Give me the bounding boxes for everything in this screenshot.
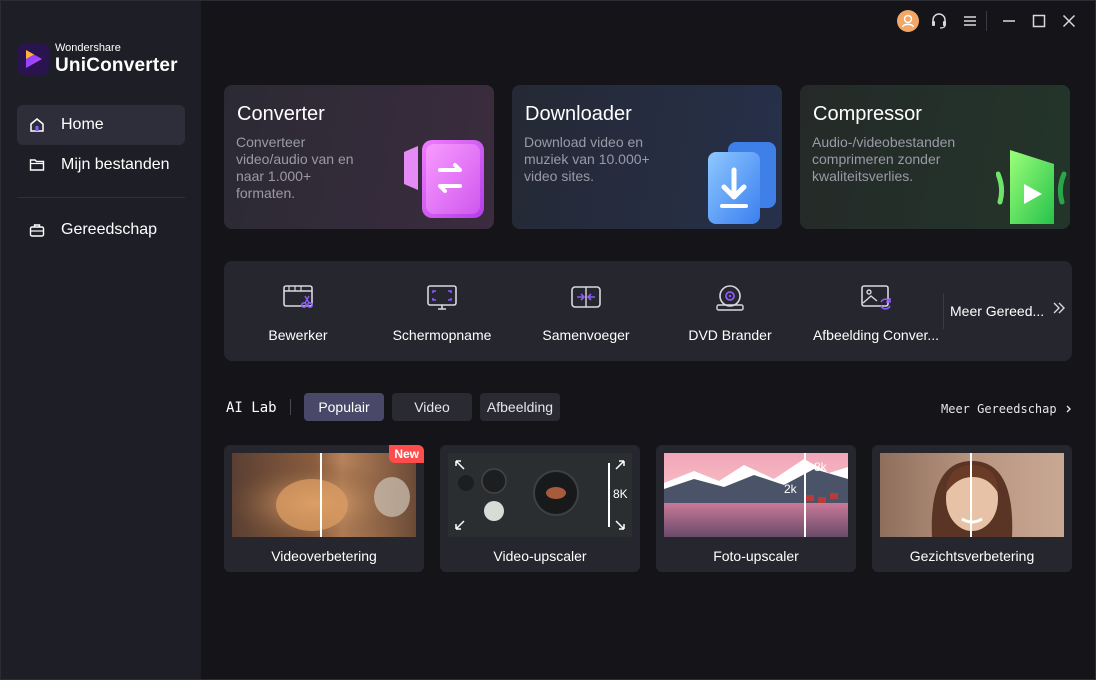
ai-lab-label: AI Lab: [226, 400, 277, 416]
merger-icon: [571, 286, 601, 308]
converter-title: Converter: [237, 103, 325, 125]
toolbox-icon: [29, 222, 45, 238]
brand-company: Wondershare: [55, 42, 121, 54]
resolution-label-8k: 8K: [613, 487, 628, 501]
sidebar-item-files[interactable]: Mijn bestanden: [17, 145, 185, 185]
sidebar-item-label: Home: [61, 116, 104, 133]
ai-card-label: Videoverbetering: [271, 548, 377, 564]
sidebar-item-tools[interactable]: Gereedschap: [17, 210, 185, 250]
compressor-description: Audio-/videobestanden comprimeren zonder…: [812, 134, 956, 184]
uniconverter-logo-icon: [17, 43, 49, 75]
tool-label: Bewerker: [268, 327, 328, 343]
tool-label: Samenvoeger: [542, 327, 630, 343]
ai-card-label: Gezichtsverbetering: [909, 548, 1035, 564]
new-badge: New: [389, 445, 424, 463]
ai-card-label: Foto-upscaler: [713, 548, 799, 564]
sidebar-item-label: Mijn bestanden: [61, 156, 170, 173]
compressor-title: Compressor: [813, 103, 922, 125]
brand-product: UniConverter: [55, 55, 178, 76]
chevron-right-icon: [1066, 405, 1071, 413]
minimize-icon[interactable]: [997, 9, 1021, 33]
video-enhancement-thumbnail: [232, 453, 416, 537]
more-tools-button[interactable]: Meer Gereed...: [950, 301, 1066, 320]
brand: Wondershare UniConverter: [17, 43, 178, 75]
tab-afbeelding[interactable]: Afbeelding: [480, 393, 560, 421]
tool-editor[interactable]: Bewerker: [242, 261, 354, 361]
compressor-card[interactable]: Compressor Audio-/videobestanden comprim…: [800, 85, 1070, 229]
image-convert-icon: [861, 285, 891, 310]
ai-card-photo-upscaler[interactable]: 8k 2k Foto-upscaler: [656, 445, 856, 572]
close-icon[interactable]: [1057, 9, 1081, 33]
sidebar-divider: [17, 197, 185, 198]
tab-video[interactable]: Video: [392, 393, 472, 421]
tool-label: Schermopname: [392, 327, 492, 343]
ai-lab-divider: [290, 399, 291, 415]
tools-bar: Bewerker Schermopname Samenvoeger DVD Br…: [224, 261, 1072, 361]
tool-label: DVD Brander: [688, 327, 772, 343]
tab-populair[interactable]: Populair: [304, 393, 384, 421]
editor-icon: [283, 285, 313, 308]
ai-card-label: Video-upscaler: [493, 548, 587, 564]
avatar: [897, 10, 919, 32]
headset-icon[interactable]: [927, 9, 951, 33]
app-window: Wondershare UniConverter Home Mijn besta…: [0, 0, 1096, 680]
more-tools-link-label: Meer Gereedschap: [941, 402, 1057, 416]
double-chevron-right-icon: [1052, 301, 1066, 320]
downloader-title: Downloader: [525, 103, 632, 125]
user-avatar-icon[interactable]: [896, 9, 920, 33]
folder-icon: [29, 157, 45, 173]
tool-image-converter[interactable]: Afbeelding Conver...: [808, 261, 944, 361]
menu-icon[interactable]: [958, 9, 982, 33]
photo-upscaler-thumbnail: 8k 2k: [664, 453, 848, 537]
tools-divider: [943, 293, 944, 329]
ai-card-face-enhancement[interactable]: Gezichtsverbetering: [872, 445, 1072, 572]
compressor-illustration-icon: [995, 144, 1070, 229]
maximize-icon[interactable]: [1027, 9, 1051, 33]
resolution-label-8k: 8k: [814, 460, 828, 474]
sidebar-item-home[interactable]: Home: [17, 105, 185, 145]
ai-card-video-upscaler[interactable]: 8K Video-upscaler: [440, 445, 640, 572]
ai-card-video-enhancement[interactable]: New Videoverbetering: [224, 445, 424, 572]
tool-screen-recorder[interactable]: Schermopname: [386, 261, 498, 361]
converter-description: Converteer video/audio van en naar 1.000…: [236, 134, 354, 201]
video-upscaler-thumbnail: 8K: [448, 453, 632, 537]
more-tools-link[interactable]: Meer Gereedschap: [941, 402, 1075, 416]
more-tools-label: Meer Gereed...: [950, 302, 1045, 319]
downloader-illustration-icon: [702, 140, 782, 229]
downloader-description: Download video en muziek van 10.000+ vid…: [524, 134, 650, 184]
sidebar: Wondershare UniConverter Home Mijn besta…: [1, 1, 201, 679]
tool-dvd-burner[interactable]: DVD Brander: [674, 261, 786, 361]
dvd-icon: [716, 285, 744, 311]
tool-label: Afbeelding Conver...: [812, 327, 940, 343]
downloader-card[interactable]: Downloader Download video en muziek van …: [512, 85, 782, 229]
converter-illustration-icon: [404, 134, 494, 229]
titlebar-divider: [986, 11, 987, 31]
resolution-label-2k: 2k: [784, 482, 798, 496]
converter-card[interactable]: Converter Converteer video/audio van en …: [224, 85, 494, 229]
screen-record-icon: [427, 285, 457, 310]
face-enhancement-thumbnail: [880, 453, 1064, 537]
tool-merger[interactable]: Samenvoeger: [530, 261, 642, 361]
sidebar-item-label: Gereedschap: [61, 221, 158, 238]
home-icon: [29, 117, 45, 133]
